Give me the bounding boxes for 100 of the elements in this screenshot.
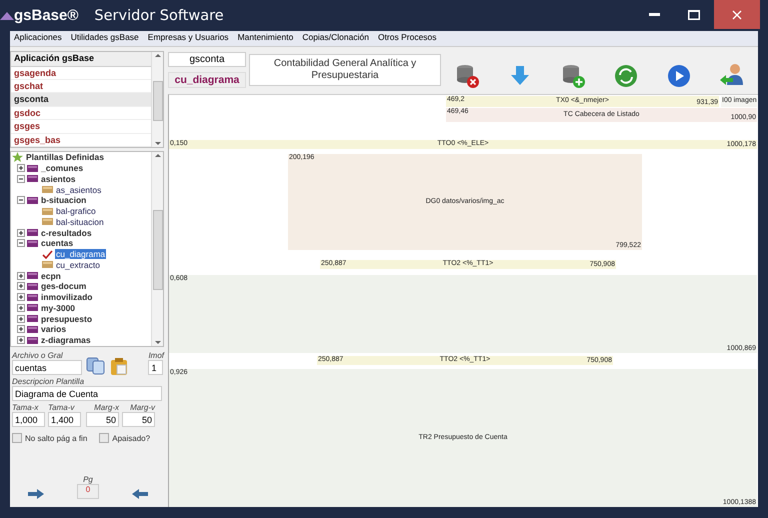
size-field[interactable]: 50 xyxy=(86,412,119,427)
template-label: cu_diagrama xyxy=(168,72,246,88)
folder-icon xyxy=(42,208,53,215)
app-list-item[interactable]: gsdoc xyxy=(11,106,151,120)
maximize-icon xyxy=(688,10,700,20)
toolbar-button[interactable] xyxy=(612,63,639,90)
expand-icon[interactable] xyxy=(17,314,25,323)
checkbox-label: Apaisado? xyxy=(112,434,150,442)
expand-icon[interactable] xyxy=(17,164,25,172)
field-label: Marg-v xyxy=(129,403,155,412)
file-field[interactable]: cuentas xyxy=(12,360,82,375)
folder-icon xyxy=(27,175,38,182)
toolbar-button[interactable] xyxy=(454,63,480,90)
tree-root-label: Plantillas Definidas xyxy=(25,152,105,162)
field-label: Imof xyxy=(148,351,164,360)
size-field[interactable]: 1,400 xyxy=(48,412,81,427)
menu-item[interactable]: Otros Procesos xyxy=(378,32,437,45)
checkbox-label: No salto pág a fin xyxy=(25,434,88,442)
expand-icon[interactable] xyxy=(17,228,25,237)
tree-item[interactable]: ges-docum xyxy=(40,281,88,292)
expand-icon[interactable] xyxy=(17,304,25,312)
check-icon xyxy=(42,250,53,259)
tree-item[interactable]: cu_diagrama xyxy=(55,249,106,260)
minimize-icon xyxy=(648,13,660,16)
folder-icon xyxy=(27,272,38,280)
folder-icon xyxy=(27,304,38,312)
folder-icon xyxy=(27,315,38,322)
expand-icon[interactable] xyxy=(17,282,25,290)
folder-icon xyxy=(27,294,38,301)
folder-icon xyxy=(42,186,53,194)
scrollbar[interactable] xyxy=(151,52,163,147)
menu-item[interactable]: Copias/Clonación xyxy=(302,32,369,45)
logo-icon xyxy=(0,12,14,20)
app-list-item[interactable]: gsges xyxy=(11,120,151,134)
add-database-icon xyxy=(560,63,586,90)
copy-icon[interactable] xyxy=(86,357,106,375)
delete-database-icon xyxy=(454,63,480,90)
left-arrow-icon[interactable] xyxy=(132,489,148,499)
expand-icon[interactable] xyxy=(17,336,25,344)
tree-item[interactable]: z-diagramas xyxy=(40,335,92,346)
page-field[interactable]: 0 xyxy=(76,484,99,499)
toolbar-button[interactable] xyxy=(666,63,692,90)
scrollbar[interactable] xyxy=(151,152,163,346)
app-list-item[interactable]: gsagenda xyxy=(11,66,151,80)
tree-item[interactable]: asientos xyxy=(40,174,76,184)
field-label: Descripcion Plantilla xyxy=(12,377,86,386)
tree-item[interactable]: ecpn xyxy=(40,270,62,281)
application-description: Contabilidad General Analítica y Presupuestaria xyxy=(249,54,441,86)
tree-item[interactable]: varios xyxy=(40,324,68,334)
tree-item[interactable]: _comunes xyxy=(40,163,84,174)
folder-icon xyxy=(27,196,38,204)
field-label: Tama-v xyxy=(48,403,76,412)
tree-item[interactable]: b-situacion xyxy=(40,195,88,206)
folder-icon xyxy=(27,326,38,333)
collapse-icon[interactable] xyxy=(17,174,25,183)
clipboard-icon[interactable] xyxy=(110,357,128,375)
right-arrow-icon[interactable] xyxy=(28,489,44,499)
tree-item[interactable]: cu_extracto xyxy=(55,260,101,270)
field-label: Tama-x xyxy=(12,403,40,412)
refresh-icon xyxy=(612,63,639,90)
folder-icon xyxy=(27,336,38,344)
collapse-icon[interactable] xyxy=(17,239,25,248)
expand-icon[interactable] xyxy=(17,272,25,280)
menu-item[interactable]: Aplicaciones xyxy=(14,32,62,45)
toolbar-button[interactable] xyxy=(560,63,586,90)
tree-item[interactable]: as_asientos xyxy=(55,184,102,195)
expand-icon[interactable] xyxy=(17,293,25,302)
folder-icon xyxy=(27,240,38,247)
close-icon xyxy=(732,10,742,20)
collapse-icon[interactable] xyxy=(17,196,25,204)
size-field[interactable]: 50 xyxy=(122,412,155,427)
checkbox[interactable] xyxy=(12,433,22,443)
folder-icon xyxy=(42,261,53,268)
app-name: gsBase® xyxy=(14,7,78,24)
tree-item[interactable]: c-resultados xyxy=(40,228,93,238)
imof-field[interactable]: 1 xyxy=(148,360,164,375)
star-icon xyxy=(12,152,23,162)
tree-item[interactable]: my-3000 xyxy=(40,302,76,313)
folder-icon xyxy=(27,164,38,172)
tree-item[interactable]: presupuesto xyxy=(40,314,94,324)
tree-item[interactable]: cuentas xyxy=(40,238,74,248)
size-field[interactable]: 1,000 xyxy=(12,412,45,427)
folder-icon xyxy=(27,282,38,290)
field-label: Pg xyxy=(82,475,94,484)
tree-item[interactable]: bal-grafico xyxy=(55,206,97,216)
tree-item[interactable]: bal-situacion xyxy=(55,216,105,227)
menu-item[interactable]: Utilidades gsBase xyxy=(70,32,139,45)
field-label: Marg-x xyxy=(93,403,119,412)
app-list-item[interactable]: gsges_bas xyxy=(11,134,151,147)
menu-item[interactable]: Empresas y Usuarios xyxy=(148,32,229,45)
list-header: Aplicación gsBase xyxy=(11,52,151,67)
description-field[interactable]: Diagrama de Cuenta xyxy=(12,386,162,401)
expand-icon[interactable] xyxy=(17,325,25,334)
menu-item[interactable]: Mantenimiento xyxy=(238,32,294,45)
app-list-item[interactable]: gsconta xyxy=(11,93,151,107)
folder-icon xyxy=(27,229,38,236)
folder-icon xyxy=(42,218,53,226)
application-label: gsconta xyxy=(168,52,246,68)
tree-item[interactable]: inmovilizado xyxy=(40,292,94,302)
checkbox[interactable] xyxy=(99,433,110,443)
